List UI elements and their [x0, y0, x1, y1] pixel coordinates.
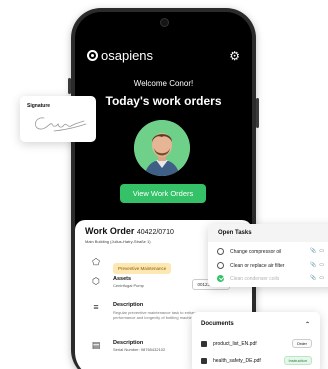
task-checkbox[interactable] — [217, 248, 224, 255]
description-title: Description — [113, 302, 144, 308]
open-tasks-title: Open Tasks — [218, 230, 252, 236]
pdf-icon — [201, 340, 207, 347]
type-badge: Preventive Maintenance — [113, 263, 172, 274]
documents-card: Documents ⌃ product_list_EN.pdf Order he… — [192, 312, 320, 369]
logo-icon — [87, 50, 98, 61]
power-button — [256, 98, 259, 128]
document-name: health_safety_DE.pdf — [213, 357, 261, 364]
signature-label: Signature — [27, 103, 51, 109]
attachment-icon[interactable]: 📎 — [310, 262, 316, 268]
documents-title: Documents — [201, 321, 234, 327]
camera — [159, 18, 169, 27]
tag-icon: ⬠ — [92, 257, 100, 267]
page-title: Today's work orders — [105, 94, 222, 108]
signature-card[interactable]: Signature — [20, 96, 96, 142]
open-tasks-header[interactable]: Open Tasks ⌃ — [218, 230, 328, 237]
document-name: product_list_EN.pdf — [213, 340, 257, 347]
task-label: Clean condenser coils — [230, 275, 280, 282]
gear-icon[interactable]: ⚙ — [229, 49, 240, 63]
attachment-icon[interactable]: 📎 — [310, 275, 316, 281]
app-header: osapiens ⚙ — [87, 48, 240, 63]
welcome-text: Welcome Conor! — [133, 79, 194, 88]
brand-logo[interactable]: osapiens — [87, 48, 153, 63]
task-actions[interactable]: 📎 ▭ — [310, 248, 324, 254]
documents-header[interactable]: Documents ⌃ — [201, 321, 310, 328]
work-order-title: Work Order 40422/0710 — [85, 226, 174, 236]
volume-button — [68, 78, 71, 94]
attachment-icon[interactable]: 📎 — [310, 248, 316, 254]
comment-icon[interactable]: ▭ — [319, 275, 324, 281]
cube-icon: ⬡ — [92, 276, 100, 286]
comment-icon[interactable]: ▭ — [319, 262, 324, 268]
work-order-number: 40422/0710 — [136, 229, 174, 236]
pdf-icon — [201, 357, 207, 364]
open-tasks-card: Open Tasks ⌃ Change compressor oil 📎 ▭ C… — [208, 224, 328, 287]
document-tag: Instruction — [283, 356, 312, 365]
task-label: Change compressor oil — [230, 248, 282, 255]
task-actions[interactable]: 📎 ▭ — [310, 275, 324, 281]
document-icon: ▤ — [91, 340, 101, 350]
document-item[interactable]: product_list_EN.pdf Order — [201, 339, 312, 348]
signature-drawing — [35, 117, 87, 132]
task-label: Clean or replace air filter — [230, 262, 285, 269]
task-actions[interactable]: 📎 ▭ — [310, 262, 324, 268]
document-item[interactable]: health_safety_DE.pdf Instruction — [201, 356, 312, 365]
avatar — [134, 120, 190, 176]
work-order-label: Work Order — [85, 226, 135, 236]
lines-icon: ≡ — [93, 302, 99, 312]
chevron-up-icon[interactable]: ⌃ — [305, 321, 310, 328]
comment-icon[interactable]: ▭ — [319, 248, 324, 254]
view-work-orders-button[interactable]: View Work Orders — [120, 184, 206, 203]
brand-name: osapiens — [101, 48, 154, 63]
document-tag: Order — [291, 339, 312, 348]
work-order-location: Main Building (Julius-Hatry-Straße 1) — [85, 239, 151, 244]
task-checkbox[interactable] — [217, 275, 224, 282]
avatar-portrait — [134, 120, 190, 176]
task-checkbox[interactable] — [217, 262, 224, 269]
